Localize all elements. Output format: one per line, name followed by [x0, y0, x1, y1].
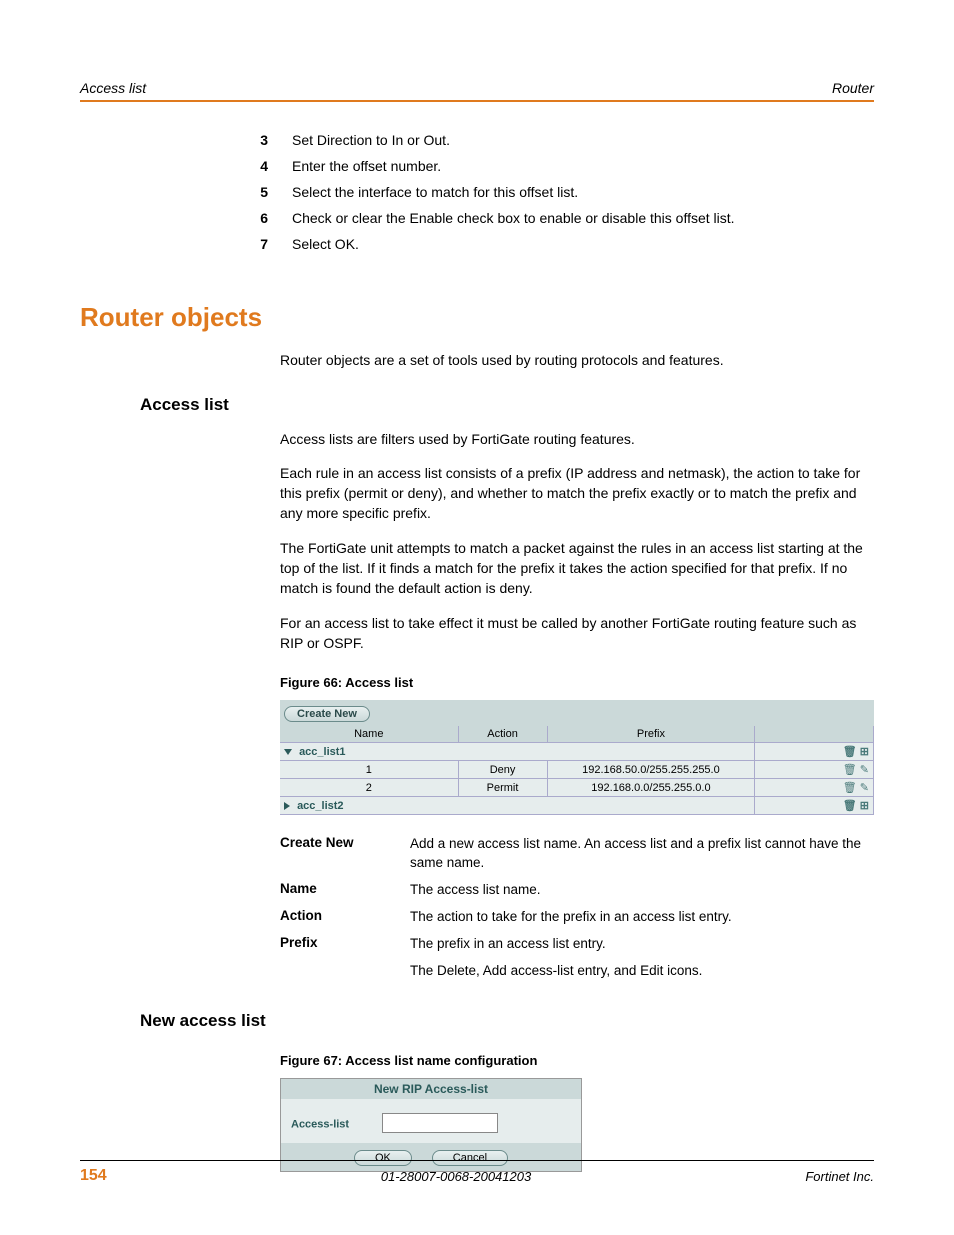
col-name: Name [280, 726, 458, 743]
step-text: Check or clear the Enable check box to e… [292, 210, 874, 226]
def-term [280, 962, 410, 981]
def-term: Create New [280, 835, 410, 873]
definitions-table: Create New Add a new access list name. A… [280, 835, 874, 980]
cell-name: 1 [280, 761, 458, 779]
group-acc-list2[interactable]: acc_list2 🗑 ⊞ [280, 797, 874, 815]
table-row: 2 Permit 192.168.0.0/255.255.0.0 🗑 ✎ [280, 779, 874, 797]
page-header: Access list Router [80, 80, 874, 102]
company-name: Fortinet Inc. [805, 1169, 874, 1184]
def-desc: The prefix in an access list entry. [410, 935, 874, 954]
cell-prefix: 192.168.50.0/255.255.255.0 [547, 761, 755, 779]
delete-icon[interactable]: 🗑 [843, 764, 857, 776]
step-6: 6 Check or clear the Enable check box to… [240, 210, 874, 226]
dialog-title: New RIP Access-list [281, 1079, 581, 1099]
access-list-p4: For an access list to take effect it mus… [280, 613, 874, 654]
col-prefix: Prefix [547, 726, 755, 743]
header-left: Access list [80, 80, 146, 96]
delete-icon[interactable]: 🗑 [843, 746, 857, 758]
group-name: acc_list1 [299, 746, 345, 758]
step-4: 4 Enter the offset number. [240, 158, 874, 174]
access-list-table: Name Action Prefix acc_list1 🗑 ⊞ 1 Deny … [280, 726, 874, 815]
def-term: Action [280, 908, 410, 927]
def-action: Action The action to take for the prefix… [280, 908, 874, 927]
figure-66: Create New Name Action Prefix acc_list1 … [280, 700, 874, 815]
delete-icon[interactable]: 🗑 [843, 782, 857, 794]
def-desc: The Delete, Add access-list entry, and E… [410, 962, 874, 981]
step-3: 3 Set Direction to In or Out. [240, 132, 874, 148]
def-term: Prefix [280, 935, 410, 954]
def-term: Name [280, 881, 410, 900]
figure-66-caption: Figure 66: Access list [280, 675, 874, 690]
step-number: 5 [240, 184, 268, 200]
step-number: 6 [240, 210, 268, 226]
def-prefix: Prefix The prefix in an access list entr… [280, 935, 874, 954]
document-id: 01-28007-0068-20041203 [381, 1169, 531, 1184]
cell-prefix: 192.168.0.0/255.255.0.0 [547, 779, 755, 797]
header-right: Router [832, 80, 874, 96]
add-icon[interactable]: ⊞ [860, 800, 869, 812]
create-new-bar: Create New [280, 700, 874, 726]
access-list-label: Access-list [291, 1118, 349, 1130]
figure-67: New RIP Access-list Access-list OK Cance… [280, 1078, 582, 1172]
group-acc-list1[interactable]: acc_list1 🗑 ⊞ [280, 743, 874, 761]
edit-icon[interactable]: ✎ [860, 764, 869, 776]
expand-icon[interactable] [284, 749, 292, 755]
access-list-p3: The FortiGate unit attempts to match a p… [280, 538, 874, 599]
delete-icon[interactable]: 🗑 [843, 800, 857, 812]
edit-icon[interactable]: ✎ [860, 782, 869, 794]
section-title: Router objects [80, 302, 874, 333]
steps-list: 3 Set Direction to In or Out. 4 Enter th… [240, 132, 874, 252]
cell-action: Deny [458, 761, 547, 779]
step-text: Select the interface to match for this o… [292, 184, 874, 200]
step-5: 5 Select the interface to match for this… [240, 184, 874, 200]
def-name: Name The access list name. [280, 881, 874, 900]
step-text: Set Direction to In or Out. [292, 132, 874, 148]
access-list-input[interactable] [382, 1113, 498, 1133]
def-icons: The Delete, Add access-list entry, and E… [280, 962, 874, 981]
def-desc: Add a new access list name. An access li… [410, 835, 874, 873]
access-list-heading: Access list [140, 395, 874, 415]
access-list-p1: Access lists are filters used by FortiGa… [280, 429, 874, 449]
def-desc: The action to take for the prefix in an … [410, 908, 874, 927]
def-desc: The access list name. [410, 881, 874, 900]
page-number: 154 [80, 1167, 107, 1185]
col-actions [755, 726, 874, 743]
add-icon[interactable]: ⊞ [860, 746, 869, 758]
figure-67-caption: Figure 67: Access list name configuratio… [280, 1053, 874, 1068]
def-create-new: Create New Add a new access list name. A… [280, 835, 874, 873]
step-7: 7 Select OK. [240, 236, 874, 252]
cell-action: Permit [458, 779, 547, 797]
cell-name: 2 [280, 779, 458, 797]
collapse-icon[interactable] [284, 802, 290, 810]
step-number: 4 [240, 158, 268, 174]
page-footer: 154 01-28007-0068-20041203 Fortinet Inc. [80, 1160, 874, 1185]
step-text: Select OK. [292, 236, 874, 252]
step-number: 7 [240, 236, 268, 252]
access-list-p2: Each rule in an access list consists of … [280, 463, 874, 524]
group-name: acc_list2 [297, 800, 343, 812]
new-access-list-heading: New access list [140, 1011, 874, 1031]
col-action: Action [458, 726, 547, 743]
section-intro: Router objects are a set of tools used b… [280, 351, 874, 371]
table-row: 1 Deny 192.168.50.0/255.255.255.0 🗑 ✎ [280, 761, 874, 779]
create-new-button[interactable]: Create New [284, 706, 370, 722]
step-number: 3 [240, 132, 268, 148]
step-text: Enter the offset number. [292, 158, 874, 174]
